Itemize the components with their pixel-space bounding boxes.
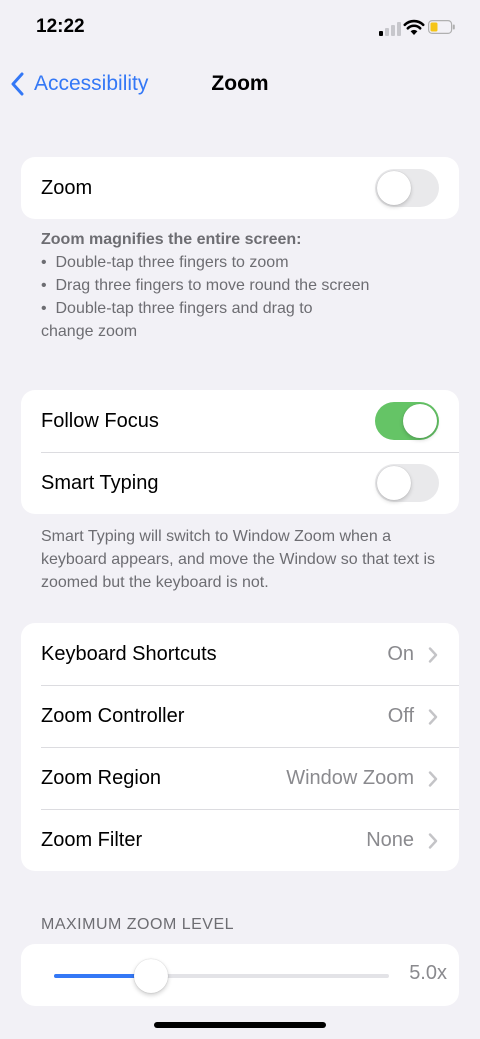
row-value: Off xyxy=(387,704,414,727)
smart-typing-toggle[interactable] xyxy=(375,464,439,502)
keyboard-shortcuts-row[interactable]: Keyboard Shortcuts On xyxy=(21,623,459,685)
max-zoom-header: MAXIMUM ZOOM LEVEL xyxy=(41,916,235,933)
row-label: Zoom Region xyxy=(41,766,162,789)
zoom-footer: Zoom magnifies the entire screen: • Doub… xyxy=(41,228,441,343)
zoom-region-row[interactable]: Zoom Region Window Zoom xyxy=(21,747,459,809)
row-value: None xyxy=(366,828,414,851)
chevron-right-icon xyxy=(428,771,438,787)
row-label: Zoom Controller xyxy=(41,704,185,727)
row-value: Window Zoom xyxy=(286,766,414,789)
max-zoom-value: 5.0x xyxy=(409,962,447,984)
footer-bullet: • Double-tap three fingers and drag to xyxy=(41,300,313,317)
footer-bullet: • Double-tap three fingers to zoom xyxy=(41,254,289,271)
toggle-knob xyxy=(377,171,411,205)
zoom-toggle[interactable] xyxy=(375,169,439,207)
chevron-right-icon xyxy=(428,647,438,663)
max-zoom-group: 5.0x xyxy=(21,944,459,1006)
status-time: 12:22 xyxy=(36,16,85,37)
follow-focus-label: Follow Focus xyxy=(41,409,159,432)
wifi-icon xyxy=(403,19,425,35)
focus-group: Follow Focus Smart Typing xyxy=(21,390,459,514)
footer-bullet: • Drag three fingers to move round the s… xyxy=(41,277,370,294)
row-label: Keyboard Shortcuts xyxy=(41,642,217,665)
toggle-knob xyxy=(403,404,437,438)
battery-icon xyxy=(428,20,455,34)
chevron-right-icon xyxy=(428,833,438,849)
smart-typing-footer: Smart Typing will switch to Window Zoom … xyxy=(41,528,435,591)
toggle-knob xyxy=(377,466,411,500)
follow-focus-toggle[interactable] xyxy=(375,402,439,440)
footer-continuation: change zoom xyxy=(41,323,138,340)
zoom-toggle-group: Zoom xyxy=(21,157,459,219)
chevron-right-icon xyxy=(428,709,438,725)
zoom-footer-heading: Zoom magnifies the entire screen: xyxy=(41,231,302,248)
row-label: Zoom Filter xyxy=(41,828,143,851)
status-bar: 12:22 xyxy=(0,0,480,56)
max-zoom-slider[interactable] xyxy=(54,959,389,993)
navigation-bar: Accessibility Zoom xyxy=(0,56,480,114)
zoom-label: Zoom xyxy=(41,176,93,199)
home-indicator xyxy=(154,1022,326,1028)
page-title: Zoom xyxy=(211,72,269,95)
slider-thumb[interactable] xyxy=(134,959,169,993)
follow-focus-row: Follow Focus xyxy=(21,390,459,452)
cellular-signal-icon xyxy=(379,22,401,36)
zoom-filter-row[interactable]: Zoom Filter None xyxy=(21,809,459,871)
row-value: On xyxy=(387,642,414,665)
zoom-row: Zoom xyxy=(21,157,459,219)
zoom-controller-row[interactable]: Zoom Controller Off xyxy=(21,685,459,747)
smart-typing-label: Smart Typing xyxy=(41,471,159,494)
zoom-options-group: Keyboard Shortcuts On Zoom Controller Of… xyxy=(21,623,459,871)
smart-typing-row: Smart Typing xyxy=(21,452,459,514)
